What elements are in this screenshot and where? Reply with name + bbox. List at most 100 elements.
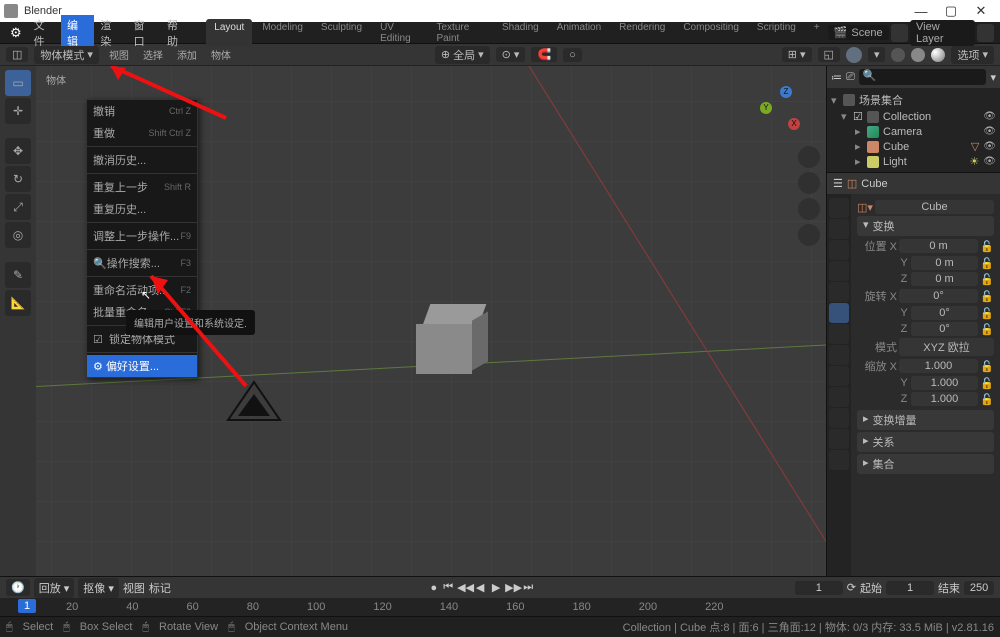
gizmo-x-axis[interactable]: X xyxy=(788,118,800,130)
location-y-input[interactable]: 0 m xyxy=(911,256,978,270)
proptab-viewlayer[interactable] xyxy=(829,240,849,260)
lock-icon[interactable]: 🔓 xyxy=(980,290,994,303)
rotation-x-input[interactable]: 0° xyxy=(899,289,978,303)
scene-new-button[interactable] xyxy=(891,24,908,42)
proptab-modifiers[interactable] xyxy=(829,324,849,344)
play-button[interactable]: ▶ xyxy=(489,581,503,594)
visibility-icon[interactable]: 👁 xyxy=(983,156,996,167)
section-collections[interactable]: ▸ 集合 xyxy=(857,454,994,474)
tool-measure[interactable]: 📐 xyxy=(5,290,31,316)
outliner-search-input[interactable]: 🔍 xyxy=(859,69,987,85)
proptab-physics[interactable] xyxy=(829,366,849,386)
location-x-input[interactable]: 0 m xyxy=(899,239,978,253)
jump-end-button[interactable]: ⏭ xyxy=(521,581,535,594)
proptab-output[interactable] xyxy=(829,219,849,239)
header-add[interactable]: 添加 xyxy=(173,46,201,63)
scale-z-input[interactable]: 1.000 xyxy=(911,392,978,406)
location-z-input[interactable]: 0 m xyxy=(911,272,978,286)
tool-scale[interactable]: ⤢ xyxy=(5,194,31,220)
window-minimize-button[interactable]: — xyxy=(906,4,936,19)
camera-view-button[interactable] xyxy=(798,198,820,220)
play-reverse-button[interactable]: ◀ xyxy=(473,581,487,594)
current-frame-input[interactable]: 1 xyxy=(795,581,843,595)
timeline-editor-icon[interactable]: 🕐 xyxy=(6,579,30,596)
lock-icon[interactable]: 🔓 xyxy=(980,240,994,253)
viewlayer-new-button[interactable] xyxy=(977,24,994,42)
tool-transform[interactable]: ◎ xyxy=(5,222,31,248)
keying-popover[interactable]: 抠像 ▾ xyxy=(78,578,119,598)
proptab-data[interactable] xyxy=(829,408,849,428)
blender-menu-icon[interactable]: ⚙ xyxy=(4,23,28,43)
menu-undo-history[interactable]: 撤消历史... xyxy=(87,149,197,171)
rotation-z-input[interactable]: 0° xyxy=(911,322,978,336)
shading-rendered-button[interactable] xyxy=(931,48,945,62)
tab-texturepaint[interactable]: Texture Paint xyxy=(429,19,493,47)
tool-annotate[interactable]: ✎ xyxy=(5,262,31,288)
lock-icon[interactable]: 🔓 xyxy=(980,323,994,336)
object-name-field[interactable]: Cube xyxy=(875,200,994,214)
filter-button[interactable]: ▾ xyxy=(990,71,996,84)
overlays-toggle[interactable]: ⊞ ▾ xyxy=(782,47,812,62)
keyframe-prev-button[interactable]: ◀◀ xyxy=(457,581,471,594)
visibility-icon[interactable]: 👁 xyxy=(983,111,996,122)
timeline-ruler[interactable]: 1 20 40 60 80 100 120 140 160 180 200 22… xyxy=(0,598,1000,616)
perspective-toggle-button[interactable] xyxy=(798,224,820,246)
orientation-select[interactable]: ⊕ 全局 ▾ xyxy=(435,46,490,64)
zoom-button[interactable] xyxy=(798,146,820,168)
3d-viewport[interactable]: 物体 Z Y X 撤销Ctrl Z 重做Shift Ctrl Z 撤消历史...… xyxy=(36,66,826,576)
viewlayer-selector[interactable]: View Layer xyxy=(910,20,975,46)
menu-repeat-last[interactable]: 重复上一步Shift R xyxy=(87,176,197,198)
lock-icon[interactable]: 🔓 xyxy=(980,257,994,270)
jump-start-button[interactable]: ⏮ xyxy=(441,581,455,594)
tab-uvediting[interactable]: UV Editing xyxy=(372,19,426,47)
tab-animation[interactable]: Animation xyxy=(549,19,609,47)
tab-add-workspace[interactable]: + xyxy=(806,19,828,47)
tab-modeling[interactable]: Modeling xyxy=(254,19,311,47)
filter-icon[interactable]: ⎚ xyxy=(846,71,855,84)
proportional-toggle[interactable]: ○ xyxy=(563,48,582,62)
rotation-y-input[interactable]: 0° xyxy=(911,306,978,320)
window-maximize-button[interactable]: ▢ xyxy=(936,3,966,19)
rotation-mode-select[interactable]: XYZ 欧拉 xyxy=(899,338,994,356)
nav-gizmo[interactable]: Z Y X xyxy=(758,86,808,136)
lock-icon[interactable]: 🔓 xyxy=(980,360,994,373)
header-select[interactable]: 选择 xyxy=(139,46,167,63)
proptab-material[interactable] xyxy=(829,429,849,449)
shading-solid-icon[interactable] xyxy=(846,47,862,63)
outliner-item-light[interactable]: ▸Light☀👁 xyxy=(827,154,1000,169)
start-frame-input[interactable]: 1 xyxy=(886,581,934,595)
tab-rendering[interactable]: Rendering xyxy=(611,19,673,47)
header-view[interactable]: 视图 xyxy=(105,46,133,63)
tab-shading[interactable]: Shading xyxy=(494,19,547,47)
outliner-scene-collection[interactable]: ▾场景集合 xyxy=(827,91,1000,109)
tool-select-box[interactable]: ▭ xyxy=(5,70,31,96)
visibility-icon[interactable]: 👁 xyxy=(983,126,996,137)
current-frame-indicator[interactable]: 1 xyxy=(18,599,36,613)
gizmo-z-axis[interactable]: Z xyxy=(780,86,792,98)
tab-scripting[interactable]: Scripting xyxy=(749,19,804,47)
gizmo-y-axis[interactable]: Y xyxy=(760,102,772,114)
editor-type-select[interactable]: ◫ xyxy=(6,47,28,62)
window-close-button[interactable]: ✕ xyxy=(966,3,996,19)
proptab-texture[interactable] xyxy=(829,450,849,470)
lock-icon[interactable]: 🔓 xyxy=(980,273,994,286)
outliner-collection[interactable]: ▾☑Collection👁 xyxy=(827,109,1000,124)
end-frame-input[interactable]: 250 xyxy=(964,581,994,595)
default-cube[interactable] xyxy=(416,316,472,372)
tool-move[interactable]: ✥ xyxy=(5,138,31,164)
header-object[interactable]: 物体 xyxy=(207,46,235,63)
menu-repeat-history[interactable]: 重复历史... xyxy=(87,198,197,220)
section-relations[interactable]: ▸ 关系 xyxy=(857,432,994,452)
outliner-item-camera[interactable]: ▸Camera👁 xyxy=(827,124,1000,139)
proptab-constraints[interactable] xyxy=(829,387,849,407)
keyframe-next-button[interactable]: ▶▶ xyxy=(505,581,519,594)
proptab-world[interactable] xyxy=(829,282,849,302)
pivot-select[interactable]: ⊙ ▾ xyxy=(496,47,526,62)
tab-sculpting[interactable]: Sculpting xyxy=(313,19,370,47)
section-delta[interactable]: ▸ 变换增量 xyxy=(857,410,994,430)
tab-layout[interactable]: Layout xyxy=(206,19,252,47)
scale-y-input[interactable]: 1.000 xyxy=(911,376,978,390)
timeline-marker[interactable]: 标记 xyxy=(149,580,171,596)
proptab-scene[interactable] xyxy=(829,261,849,281)
lock-icon[interactable]: 🔓 xyxy=(980,393,994,406)
